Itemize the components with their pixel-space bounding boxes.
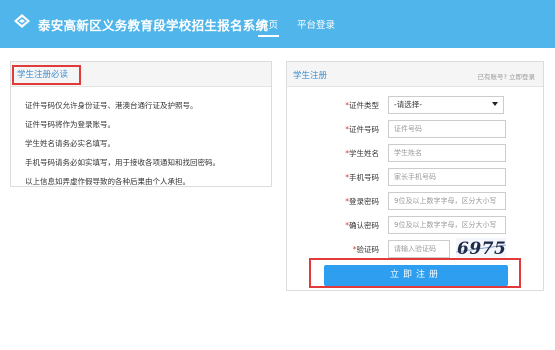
- chevron-down-icon: [492, 102, 498, 106]
- student-name-label: *学生姓名: [345, 149, 379, 158]
- register-panel-header: 学生注册 已有账号? 立即登录: [287, 62, 543, 87]
- notice-item: 证件号码仅允许身份证号、港澳台通行证及护照号。: [25, 101, 198, 110]
- captcha-row: *验证码 6975: [287, 238, 545, 260]
- password-input[interactable]: [388, 192, 506, 210]
- has-account-text: 已有账号? 立即登录: [477, 71, 535, 81]
- phone-input[interactable]: [388, 168, 506, 186]
- id-type-select[interactable]: -请选择-: [388, 96, 504, 114]
- student-name-row: *学生姓名: [287, 144, 545, 164]
- id-number-label: *证件号码: [345, 125, 379, 134]
- id-number-input[interactable]: [388, 120, 506, 138]
- id-type-label: *证件类型: [345, 101, 379, 110]
- notice-item: 以上信息如弄虚作假导致的各种后果由个人承担。: [25, 177, 190, 186]
- nav-platform-login[interactable]: 平台登录: [297, 17, 335, 31]
- confirm-password-input[interactable]: [388, 216, 506, 234]
- has-account-label: 已有账号?: [477, 73, 507, 81]
- student-name-input[interactable]: [388, 144, 506, 162]
- id-type-row: *证件类型 -请选择-: [287, 96, 545, 116]
- register-panel: 学生注册 已有账号? 立即登录 *证件类型 -请选择- *证件号码 *学生姓名 …: [286, 61, 544, 291]
- nav-home[interactable]: 首页: [257, 17, 280, 37]
- id-type-selected: -请选择-: [394, 100, 422, 109]
- captcha-image[interactable]: 6975: [456, 238, 506, 260]
- notice-list: 证件号码仅允许身份证号、港澳台通行证及护照号。 证件号码将作为登录账号。 学生姓…: [25, 96, 220, 191]
- login-now-link[interactable]: 立即登录: [509, 73, 535, 81]
- confirm-password-label: *确认密码: [345, 221, 379, 230]
- top-header: 泰安高新区义务教育段学校招生报名系统 首页 平台登录: [0, 0, 555, 48]
- confirm-password-row: *确认密码: [287, 216, 545, 236]
- captcha-label: *验证码: [352, 245, 379, 254]
- id-number-row: *证件号码: [287, 120, 545, 140]
- captcha-input[interactable]: [388, 240, 450, 258]
- captcha-code: 6975: [457, 239, 506, 259]
- password-label: *登录密码: [345, 197, 379, 206]
- highlight-box-notice-title: [12, 65, 81, 85]
- highlight-box-submit: [309, 258, 521, 288]
- notice-item: 证件号码将作为登录账号。: [25, 120, 115, 129]
- register-title: 学生注册: [293, 71, 328, 81]
- notice-item: 手机号码请务必如实填写，用于接收各项通知和找回密码。: [25, 158, 220, 167]
- app-title: 泰安高新区义务教育段学校招生报名系统: [38, 18, 269, 33]
- phone-row: *手机号码: [287, 168, 545, 188]
- phone-label: *手机号码: [345, 173, 379, 182]
- logo-icon: [14, 14, 30, 28]
- notice-item: 学生姓名请务必实名填写。: [25, 139, 115, 148]
- password-row: *登录密码: [287, 192, 545, 212]
